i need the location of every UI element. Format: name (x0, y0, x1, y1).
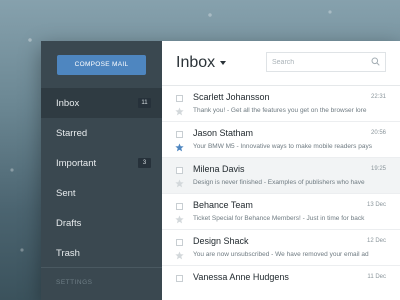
star-icon[interactable] (175, 107, 184, 116)
message-preview: Design is never finished - Examples of p… (193, 179, 365, 186)
settings-link[interactable]: SETTINGS (56, 279, 93, 286)
select-checkbox[interactable] (176, 275, 183, 282)
sender-name: Scarlett Johansson (193, 92, 270, 102)
message-row[interactable]: Milena Davis 19:25 Design is never finis… (162, 158, 400, 194)
message-preview: Your BMW M5 - Innovative ways to make mo… (193, 143, 372, 150)
message-time: 13 Dec (366, 202, 386, 208)
sidebar-item-label: Drafts (56, 217, 82, 229)
sidebar-divider (41, 267, 162, 268)
select-checkbox[interactable] (176, 167, 183, 174)
sidebar-item-label: Inbox (56, 97, 80, 109)
sidebar-item-sent[interactable]: Sent (41, 178, 162, 208)
sidebar-item-inbox[interactable]: Inbox 11 (41, 88, 162, 118)
sender-name: Behance Team (193, 200, 253, 210)
message-row[interactable]: Design Shack 12 Dec You are now unsubscr… (162, 230, 400, 266)
message-preview: Ticket Special for Behance Members! - Ju… (193, 215, 365, 222)
message-time: 12 Dec (366, 238, 386, 244)
sidebar-item-starred[interactable]: Starred (41, 118, 162, 148)
search-input[interactable] (272, 54, 368, 70)
sender-name: Jason Statham (193, 128, 254, 138)
message-time: 22:31 (370, 94, 386, 100)
unread-count-badge: 3 (138, 158, 151, 168)
sidebar-item-label: Important (56, 157, 97, 169)
sender-name: Design Shack (193, 236, 249, 246)
message-list-panel: Inbox Scarlett Johansson 22:31 Thank you… (162, 41, 400, 300)
message-row[interactable]: Vanessa Anne Hudgens 11 Dec (162, 266, 400, 300)
message-time: 20:56 (370, 130, 386, 136)
compose-mail-button[interactable]: COMPOSE MAIL (57, 55, 146, 75)
star-icon[interactable] (175, 215, 184, 224)
sidebar-item-label: Sent (56, 187, 76, 199)
sender-name: Vanessa Anne Hudgens (193, 272, 289, 282)
chevron-down-icon[interactable] (220, 61, 227, 65)
select-checkbox[interactable] (176, 239, 183, 246)
select-checkbox[interactable] (176, 95, 183, 102)
sidebar-nav: Inbox 11 Starred Important 3 Sent Drafts… (41, 88, 162, 268)
star-icon[interactable] (175, 179, 184, 188)
search-icon[interactable] (371, 57, 380, 66)
select-checkbox[interactable] (176, 131, 183, 138)
star-icon[interactable] (175, 251, 184, 260)
message-list: Scarlett Johansson 22:31 Thank you! - Ge… (162, 86, 400, 300)
message-row[interactable]: Scarlett Johansson 22:31 Thank you! - Ge… (162, 86, 400, 122)
message-row[interactable]: Jason Statham 20:56 Your BMW M5 - Innova… (162, 122, 400, 158)
search-box (266, 52, 386, 72)
message-preview: You are now unsubscribed - We have remov… (193, 251, 369, 258)
message-preview: Thank you! - Get all the features you ge… (193, 107, 367, 114)
sidebar-item-drafts[interactable]: Drafts (41, 208, 162, 238)
unread-count-badge: 11 (138, 98, 151, 108)
sidebar: COMPOSE MAIL Inbox 11 Starred Important … (41, 41, 162, 300)
sidebar-item-trash[interactable]: Trash (41, 238, 162, 268)
sender-name: Milena Davis (193, 164, 245, 174)
select-checkbox[interactable] (176, 203, 183, 210)
message-row[interactable]: Behance Team 13 Dec Ticket Special for B… (162, 194, 400, 230)
page-title[interactable]: Inbox (176, 54, 215, 72)
message-time: 11 Dec (367, 274, 386, 280)
sidebar-item-label: Trash (56, 247, 80, 259)
sidebar-item-label: Starred (56, 127, 88, 139)
message-time: 19:25 (370, 166, 386, 172)
mail-app-window: COMPOSE MAIL Inbox 11 Starred Important … (41, 41, 400, 300)
sidebar-item-important[interactable]: Important 3 (41, 148, 162, 178)
star-icon[interactable] (175, 143, 184, 152)
